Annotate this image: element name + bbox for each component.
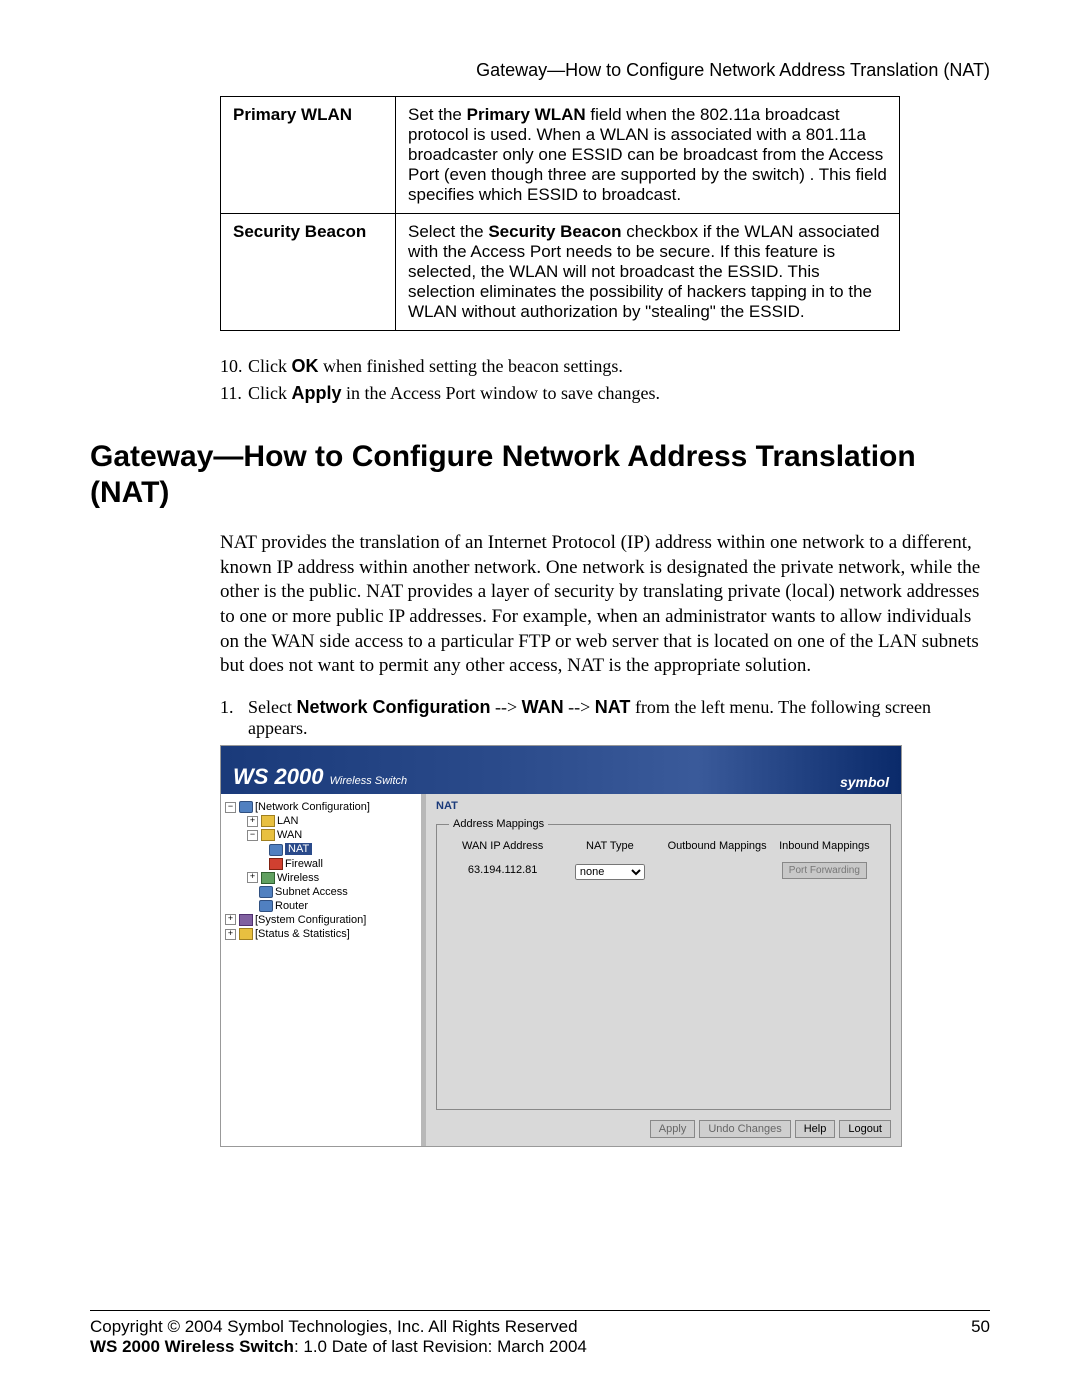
wireless-icon (261, 872, 275, 884)
revision-info: : 1.0 Date of last Revision: March 2004 (294, 1337, 587, 1356)
panel-title: NAT (436, 800, 891, 812)
text: Select the (408, 222, 488, 241)
page-footer: 50 Copyright © 2004 Symbol Technologies,… (90, 1310, 990, 1357)
product-name: WS 2000 Wireless Switch (90, 1337, 294, 1356)
system-icon (239, 914, 253, 926)
expand-icon[interactable]: + (225, 914, 236, 925)
window-banner: WS 2000 Wireless Switch symbol (221, 746, 901, 794)
table-row: Security Beacon Select the Security Beac… (221, 214, 900, 331)
expand-icon[interactable]: + (225, 929, 236, 940)
node-icon (259, 886, 273, 898)
tree-wireless[interactable]: +Wireless (225, 871, 417, 885)
tree-lan[interactable]: +LAN (225, 814, 417, 828)
expand-icon[interactable]: + (247, 872, 258, 883)
bold-text: Security Beacon (488, 222, 621, 241)
page: Gateway—How to Configure Network Address… (0, 0, 1080, 1397)
text: Set the (408, 105, 467, 124)
folder-icon (261, 815, 275, 827)
firewall-icon (269, 858, 283, 870)
screenshot-window: WS 2000 Wireless Switch symbol −[Network… (220, 745, 902, 1147)
step-10: 10. Click OK when finished setting the b… (220, 356, 990, 377)
step-list-b: 1. Select Network Configuration --> WAN … (220, 697, 990, 739)
step-text: Click OK when finished setting the beaco… (248, 356, 623, 377)
definition-table: Primary WLAN Set the Primary WLAN field … (220, 96, 900, 331)
step-number: 11. (220, 383, 248, 404)
wan-ip-value: 63.194.112.81 (449, 864, 556, 876)
node-icon (259, 900, 273, 912)
step-text: Select Network Configuration --> WAN -->… (248, 697, 990, 739)
page-number: 50 (971, 1317, 990, 1337)
undo-changes-button[interactable]: Undo Changes (699, 1120, 790, 1138)
nat-type-select[interactable]: none (575, 864, 645, 880)
tree-router[interactable]: Router (225, 899, 417, 913)
folder-icon (239, 928, 253, 940)
column-headers: WAN IP Address 63.194.112.81 NAT Type no… (449, 840, 878, 880)
col-wan-ip: WAN IP Address (449, 840, 556, 852)
col-nat-type: NAT Type (556, 840, 663, 852)
table-row: Primary WLAN Set the Primary WLAN field … (221, 97, 900, 214)
step-number: 10. (220, 356, 248, 377)
tree-wan[interactable]: −WAN (225, 828, 417, 842)
nav-tree: −[Network Configuration] +LAN −WAN NAT F… (221, 794, 426, 1146)
step-11: 11. Click Apply in the Access Port windo… (220, 383, 990, 404)
tree-network-config[interactable]: −[Network Configuration] (225, 800, 417, 814)
selected-node: NAT (285, 843, 312, 855)
node-icon (269, 844, 283, 856)
vendor-logo: symbol (840, 774, 889, 790)
node-icon (239, 801, 253, 813)
apply-button[interactable]: Apply (650, 1120, 696, 1138)
button-bar: Apply Undo Changes Help Logout (436, 1116, 891, 1142)
tree-system-config[interactable]: +[System Configuration] (225, 913, 417, 927)
step-list-a: 10. Click OK when finished setting the b… (220, 356, 990, 404)
tree-subnet-access[interactable]: Subnet Access (225, 885, 417, 899)
cell-value: Select the Security Beacon checkbox if t… (396, 214, 900, 331)
window-body: −[Network Configuration] +LAN −WAN NAT F… (221, 794, 901, 1146)
tree-nat[interactable]: NAT (225, 842, 417, 856)
collapse-icon[interactable]: − (247, 830, 258, 841)
collapse-icon[interactable]: − (225, 802, 236, 813)
copyright: Copyright © 2004 Symbol Technologies, In… (90, 1317, 578, 1336)
logout-button[interactable]: Logout (839, 1120, 891, 1138)
content-panel: NAT Address Mappings WAN IP Address 63.1… (426, 794, 901, 1146)
address-mappings-group: Address Mappings WAN IP Address 63.194.1… (436, 818, 891, 1110)
product-brand: WS 2000 Wireless Switch (233, 764, 407, 790)
step-1: 1. Select Network Configuration --> WAN … (220, 697, 990, 739)
bold-text: Primary WLAN (467, 105, 586, 124)
cell-key: Primary WLAN (221, 97, 396, 214)
tree-firewall[interactable]: Firewall (225, 857, 417, 871)
body-paragraph: NAT provides the translation of an Inter… (220, 531, 990, 679)
running-header: Gateway—How to Configure Network Address… (90, 60, 990, 81)
step-number: 1. (220, 697, 248, 739)
step-text: Click Apply in the Access Port window to… (248, 383, 660, 404)
cell-value: Set the Primary WLAN field when the 802.… (396, 97, 900, 214)
group-legend: Address Mappings (449, 818, 548, 830)
help-button[interactable]: Help (795, 1120, 836, 1138)
folder-icon (261, 829, 275, 841)
cell-key: Security Beacon (221, 214, 396, 331)
port-forwarding-button[interactable]: Port Forwarding (782, 862, 867, 879)
col-inbound: Inbound Mappings (771, 840, 878, 852)
section-heading: Gateway—How to Configure Network Address… (90, 439, 990, 511)
expand-icon[interactable]: + (247, 816, 258, 827)
tree-status-statistics[interactable]: +[Status & Statistics] (225, 927, 417, 941)
col-outbound: Outbound Mappings (664, 840, 771, 852)
